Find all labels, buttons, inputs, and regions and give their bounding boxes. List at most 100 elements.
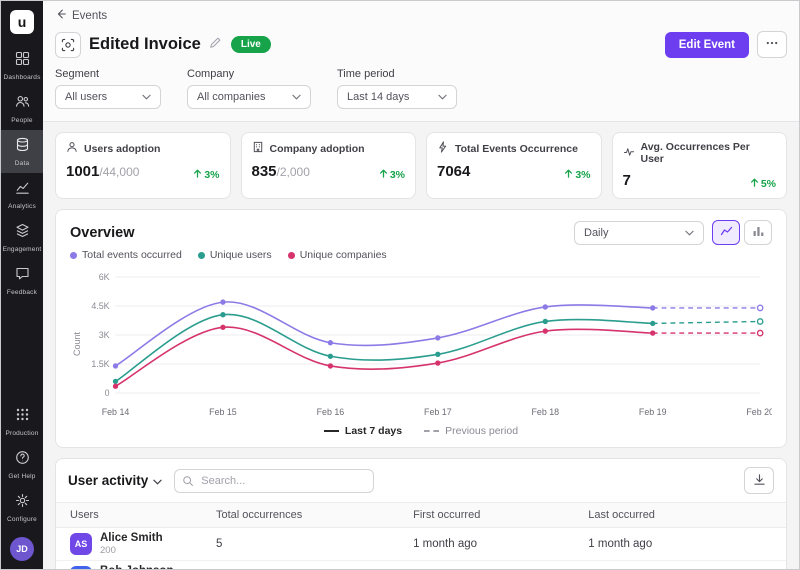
gear-icon — [15, 493, 30, 513]
search-input[interactable] — [174, 469, 374, 493]
building-icon — [252, 141, 264, 156]
sidebar: u Dashboards People Data Analytics Engag… — [1, 1, 43, 569]
user-icon — [66, 141, 78, 156]
stat-value: 7 — [623, 172, 631, 189]
last-occurred-cell: 1 month ago — [574, 528, 786, 561]
more-options-button[interactable] — [757, 31, 787, 58]
company-filter-label: Company — [187, 68, 311, 80]
chevron-down-icon — [685, 227, 694, 239]
help-icon — [15, 450, 30, 470]
company-filter: Company All companies — [187, 68, 311, 109]
back-to-events-link[interactable]: Events — [55, 8, 107, 23]
first-occurred-cell: 1 month ago — [399, 561, 574, 570]
segment-select[interactable]: All users — [55, 85, 161, 109]
stat-card-users-adoption: Users adoption 1001/44,000 3% — [55, 132, 231, 199]
app-logo[interactable]: u — [10, 10, 34, 34]
download-icon — [753, 473, 766, 489]
stat-denominator: /2,000 — [277, 165, 310, 179]
apps-grid-icon — [15, 407, 30, 427]
svg-text:Feb 17: Feb 17 — [424, 407, 452, 417]
legend-dot — [198, 252, 205, 259]
edit-title-button[interactable] — [209, 36, 221, 54]
stats-row: Users adoption 1001/44,000 3% Company ad… — [55, 132, 787, 199]
stat-value: 1001 — [66, 163, 99, 180]
sidebar-item-get-help[interactable]: Get Help — [1, 443, 43, 486]
column-total-occurrences[interactable]: Total occurrences — [202, 503, 399, 528]
stat-card-company-adoption: Company adoption 835/2,000 3% — [241, 132, 417, 199]
people-icon — [15, 94, 30, 114]
user-id: 200 — [100, 545, 163, 556]
search-box — [174, 469, 374, 493]
bolt-icon — [437, 141, 449, 156]
content-area: Users adoption 1001/44,000 3% Company ad… — [43, 122, 799, 569]
time-period-filter: Time period Last 14 days — [337, 68, 457, 109]
user-name[interactable]: Alice Smith — [100, 532, 163, 544]
chevron-down-icon — [438, 91, 447, 103]
trend-up-icon — [750, 178, 759, 190]
svg-text:Feb 18: Feb 18 — [531, 407, 559, 417]
chevron-down-icon — [153, 473, 162, 488]
time-period-filter-label: Time period — [337, 68, 457, 80]
line-chart[interactable]: 01.5K3K4.5K6KFeb 14Feb 15Feb 16Feb 17Feb… — [82, 265, 772, 423]
legend-unique-users: Unique users — [198, 249, 272, 261]
legend-total-events: Total events occurred — [70, 249, 182, 261]
user-name[interactable]: Bob Johnson — [100, 565, 173, 569]
svg-text:6K: 6K — [99, 272, 110, 282]
line-chart-icon — [720, 224, 733, 242]
time-period-select[interactable]: Last 14 days — [337, 85, 457, 109]
database-icon — [15, 137, 30, 157]
table-row[interactable]: BJBob Johnson201 5 1 month ago 1 month a… — [56, 561, 786, 570]
period-legend: Last 7 days Previous period — [70, 423, 772, 441]
segment-filter: Segment All users — [55, 68, 161, 109]
column-first-occurred[interactable]: First occurred — [399, 503, 574, 528]
column-users[interactable]: Users — [56, 503, 202, 528]
legend-dot — [70, 252, 77, 259]
svg-text:0: 0 — [105, 388, 110, 398]
last-occurred-cell: 1 month ago — [574, 561, 786, 570]
line-chart-toggle-button[interactable] — [712, 220, 740, 245]
pencil-icon — [209, 36, 221, 54]
company-select[interactable]: All companies — [187, 85, 311, 109]
sidebar-item-engagement[interactable]: Engagement — [1, 216, 43, 259]
arrow-left-icon — [55, 8, 67, 23]
bar-chart-toggle-button[interactable] — [744, 220, 772, 245]
bar-chart-icon — [752, 224, 765, 242]
trend-up-icon — [564, 169, 573, 181]
legend-previous-period: Previous period — [424, 425, 518, 437]
dashboards-icon — [15, 51, 30, 71]
stat-card-avg-occurrences: Avg. Occurrences Per User 7 5% — [612, 132, 788, 199]
avatar: AS — [70, 533, 92, 555]
svg-text:4.5K: 4.5K — [91, 301, 109, 311]
sidebar-item-dashboards[interactable]: Dashboards — [1, 44, 43, 87]
avatar: BJ — [70, 566, 92, 569]
user-activity-dropdown[interactable]: User activity — [68, 473, 162, 488]
stat-denominator: /44,000 — [99, 165, 139, 179]
series-legend: Total events occurred Unique users Uniqu… — [70, 249, 772, 261]
sidebar-item-production[interactable]: Production — [1, 400, 43, 443]
solid-line-swatch — [324, 430, 339, 432]
sidebar-item-analytics[interactable]: Analytics — [1, 173, 43, 216]
edit-event-button[interactable]: Edit Event — [665, 32, 749, 58]
layers-icon — [15, 223, 30, 243]
column-last-occurred[interactable]: Last occurred — [574, 503, 786, 528]
y-axis-label: Count — [70, 265, 82, 423]
interval-select[interactable]: Daily — [574, 221, 704, 245]
segment-filter-label: Segment — [55, 68, 161, 80]
table-row[interactable]: ASAlice Smith200 5 1 month ago 1 month a… — [56, 528, 786, 561]
stat-card-total-events: Total Events Occurrence 7064 3% — [426, 132, 602, 199]
sidebar-item-data[interactable]: Data — [1, 130, 43, 173]
svg-text:1.5K: 1.5K — [91, 359, 109, 369]
download-button[interactable] — [744, 467, 774, 494]
user-activity-card: User activity Users Total occurrences — [55, 458, 787, 569]
live-badge: Live — [231, 36, 271, 53]
event-scan-icon — [55, 32, 81, 58]
sidebar-item-configure[interactable]: Configure — [1, 486, 43, 529]
user-avatar[interactable]: JD — [10, 537, 34, 561]
occurrences-cell: 5 — [202, 528, 399, 561]
sidebar-item-feedback[interactable]: Feedback — [1, 259, 43, 302]
stat-value: 835 — [252, 163, 277, 180]
stat-trend: 3% — [193, 169, 219, 181]
analytics-icon — [15, 180, 30, 200]
sidebar-bottom-nav: Production Get Help Configure JD — [1, 400, 43, 569]
sidebar-item-people[interactable]: People — [1, 87, 43, 130]
